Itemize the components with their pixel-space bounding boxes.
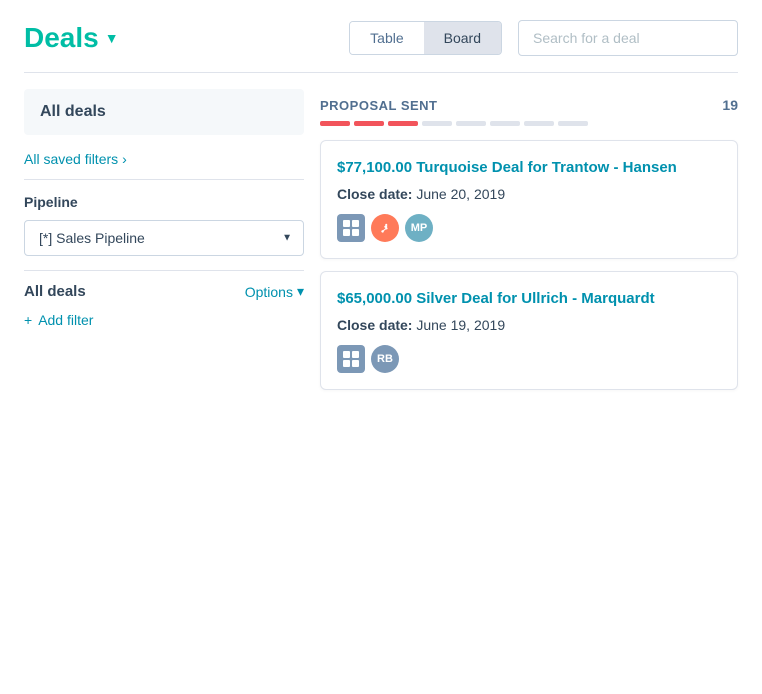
- board-view-button[interactable]: Board: [424, 22, 501, 54]
- close-date-value: June 19, 2019: [416, 317, 505, 333]
- deal-avatars: RB: [337, 345, 721, 373]
- add-filter-plus-icon: +: [24, 312, 32, 328]
- close-date-label: Close date:: [337, 186, 412, 202]
- deal-title[interactable]: $77,100.00 Turquoise Deal for Trantow - …: [337, 157, 721, 178]
- options-chevron-icon: ▾: [297, 283, 304, 300]
- search-input[interactable]: [518, 20, 738, 56]
- pipeline-section: Pipeline [*] Sales Pipeline: [24, 180, 304, 271]
- filters-link-label: All saved filters: [24, 151, 118, 167]
- deal-card: $77,100.00 Turquoise Deal for Trantow - …: [320, 140, 738, 259]
- table-view-button[interactable]: Table: [350, 22, 423, 54]
- progress-bar-seg-5: [456, 121, 486, 126]
- title-dropdown-icon[interactable]: ▼: [105, 30, 119, 46]
- all-saved-filters-link[interactable]: All saved filters ›: [24, 147, 304, 180]
- pipeline-label: Pipeline: [24, 194, 304, 210]
- options-label: Options: [245, 284, 293, 300]
- deal-close-date: Close date: June 20, 2019: [337, 186, 721, 202]
- rb-avatar: RB: [371, 345, 399, 373]
- all-deals-section-label: All deals: [24, 283, 86, 300]
- progress-bar-seg-6: [490, 121, 520, 126]
- progress-bar-seg-8: [558, 121, 588, 126]
- close-date-value: June 20, 2019: [416, 186, 505, 202]
- deal-avatars: MP: [337, 214, 721, 242]
- page-title: Deals: [24, 22, 99, 54]
- column-header: PROPOSAL SENT 19: [320, 89, 738, 121]
- grid-avatar-icon: [337, 214, 365, 242]
- search-wrap: [518, 20, 738, 56]
- add-filter-label: Add filter: [38, 312, 93, 328]
- page-header: Deals ▼ Table Board: [0, 0, 762, 72]
- title-area: Deals ▼: [24, 22, 119, 54]
- options-button[interactable]: Options ▾: [245, 283, 304, 300]
- column-title: PROPOSAL SENT: [320, 98, 438, 113]
- view-toggle: Table Board: [349, 21, 502, 55]
- sidebar: All deals All saved filters › Pipeline […: [24, 89, 304, 402]
- progress-bar-seg-7: [524, 121, 554, 126]
- progress-bar-seg-2: [354, 121, 384, 126]
- pipeline-select[interactable]: [*] Sales Pipeline: [24, 220, 304, 256]
- mp-avatar: MP: [405, 214, 433, 242]
- progress-bar-seg-3: [388, 121, 418, 126]
- progress-bar-seg-4: [422, 121, 452, 126]
- hubspot-avatar: [371, 214, 399, 242]
- close-date-label: Close date:: [337, 317, 412, 333]
- main-content: All deals All saved filters › Pipeline […: [0, 73, 762, 418]
- deal-card: $65,000.00 Silver Deal for Ullrich - Mar…: [320, 271, 738, 390]
- column-count: 19: [722, 97, 738, 113]
- progress-bar-row: [320, 121, 738, 126]
- filters-chevron-icon: ›: [122, 151, 127, 167]
- board-column: PROPOSAL SENT 19 $77,100.00 Turquoise De…: [320, 89, 738, 402]
- pipeline-select-wrap: [*] Sales Pipeline: [24, 220, 304, 256]
- deal-close-date: Close date: June 19, 2019: [337, 317, 721, 333]
- grid-avatar-icon: [337, 345, 365, 373]
- deal-title[interactable]: $65,000.00 Silver Deal for Ullrich - Mar…: [337, 288, 721, 309]
- add-filter-button[interactable]: + Add filter: [24, 304, 304, 336]
- progress-bar-seg-1: [320, 121, 350, 126]
- sidebar-all-deals-heading: All deals: [24, 89, 304, 135]
- all-deals-section: All deals Options ▾: [24, 271, 304, 304]
